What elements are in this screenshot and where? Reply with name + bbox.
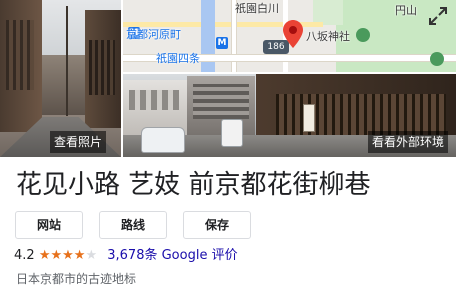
location-pin-icon[interactable]	[283, 20, 303, 48]
photo-van	[221, 119, 243, 147]
place-description: 日本京都市的古迹地标	[16, 272, 137, 286]
photo-building-right	[85, 10, 121, 128]
map-label-gion-shijo: 祇園四条	[156, 52, 200, 65]
map-label-maruyama: 円山	[395, 4, 417, 17]
view-photos-button[interactable]: 查看照片	[50, 131, 107, 153]
map-thumbnail[interactable]: 祇園白川 円山 M 京都河原町 八坂神社 祇園四条 M 186	[123, 0, 456, 72]
place-title: 花见小路 艺妓 前京都花街柳巷	[16, 170, 371, 200]
expand-icon[interactable]	[426, 4, 450, 28]
map-label-yasaka-shrine: 八坂神社	[306, 30, 350, 43]
view-outside-button[interactable]: 看看外部环境	[367, 131, 448, 153]
map-label-gion-shirakawa: 祇園白川	[235, 2, 279, 15]
photo-building-left	[0, 0, 42, 132]
photo-utility-pole	[66, 6, 68, 116]
rating-row: 4.2 ★★★★★ 3,678条 Google 评价	[14, 246, 238, 266]
star-rating-icon: ★★★★★	[39, 248, 97, 263]
map-label-kyoto-kawaramachi: 京都河原町	[126, 28, 181, 41]
metro-station-icon: M	[216, 37, 228, 49]
stars-empty: ★	[85, 248, 98, 263]
photo-car	[141, 127, 185, 153]
photo-street-depth	[42, 55, 85, 115]
stars-filled: ★★★★	[38, 248, 86, 263]
directions-button[interactable]: 路线	[99, 211, 167, 239]
street-photo[interactable]: 查看照片	[0, 0, 121, 157]
rating-score: 4.2	[14, 248, 35, 263]
park-poi-icon[interactable]	[430, 52, 444, 66]
website-button[interactable]: 网站	[15, 211, 83, 239]
reviews-link[interactable]: 3,678条 Google 评价	[107, 248, 237, 263]
hero-panel: 查看照片 祇園白川 円山 M 京都河原町 八坂神社 祇園四条 M 186 看看外…	[0, 0, 456, 157]
save-button[interactable]: 保存	[183, 211, 251, 239]
photo-signboard	[303, 104, 315, 132]
street-view-photo[interactable]: 看看外部环境	[123, 74, 456, 157]
shrine-poi-icon[interactable]	[356, 28, 370, 42]
